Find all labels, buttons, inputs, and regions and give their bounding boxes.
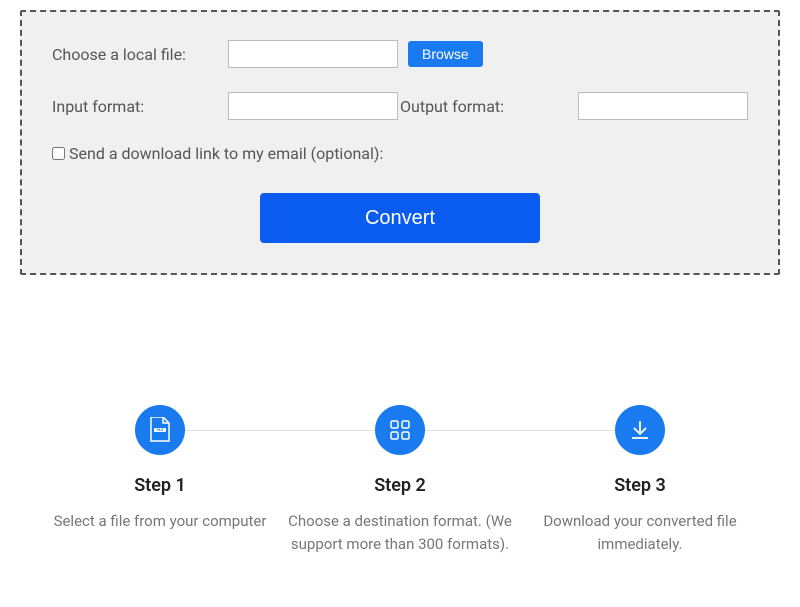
- choose-file-label: Choose a local file:: [52, 45, 228, 64]
- output-format-field[interactable]: [578, 92, 748, 120]
- step-2-desc: Choose a destination format. (We support…: [288, 510, 512, 555]
- file-input[interactable]: [228, 40, 398, 68]
- step-3-desc: Download your converted file immediately…: [528, 510, 752, 555]
- upload-form-panel: Choose a local file: Browse Input format…: [20, 10, 780, 275]
- format-row: Input format: Output format:: [52, 92, 748, 120]
- step-2-title: Step 2: [288, 475, 512, 496]
- step-2: Step 2 Choose a destination format. (We …: [280, 405, 520, 555]
- step-1-title: Step 1: [48, 475, 272, 496]
- steps-container: FILE Step 1 Select a file from your comp…: [40, 405, 760, 555]
- step-3-title: Step 3: [528, 475, 752, 496]
- input-format-label: Input format:: [52, 97, 228, 116]
- step-1-desc: Select a file from your computer: [48, 510, 272, 533]
- email-checkbox-label: Send a download link to my email (option…: [69, 144, 383, 163]
- download-icon: [615, 405, 665, 455]
- file-icon: FILE: [135, 405, 185, 455]
- step-1: FILE Step 1 Select a file from your comp…: [40, 405, 280, 533]
- svg-text:FILE: FILE: [157, 428, 164, 432]
- browse-button[interactable]: Browse: [408, 41, 483, 67]
- email-checkbox-row: Send a download link to my email (option…: [52, 144, 748, 163]
- step-3: Step 3 Download your converted file imme…: [520, 405, 760, 555]
- convert-row: Convert: [52, 193, 748, 243]
- input-format-field[interactable]: [228, 92, 398, 120]
- email-checkbox[interactable]: [52, 147, 65, 160]
- grid-icon: [375, 405, 425, 455]
- output-format-label: Output format:: [400, 97, 570, 116]
- convert-button[interactable]: Convert: [260, 193, 540, 243]
- file-row: Choose a local file: Browse: [52, 40, 748, 68]
